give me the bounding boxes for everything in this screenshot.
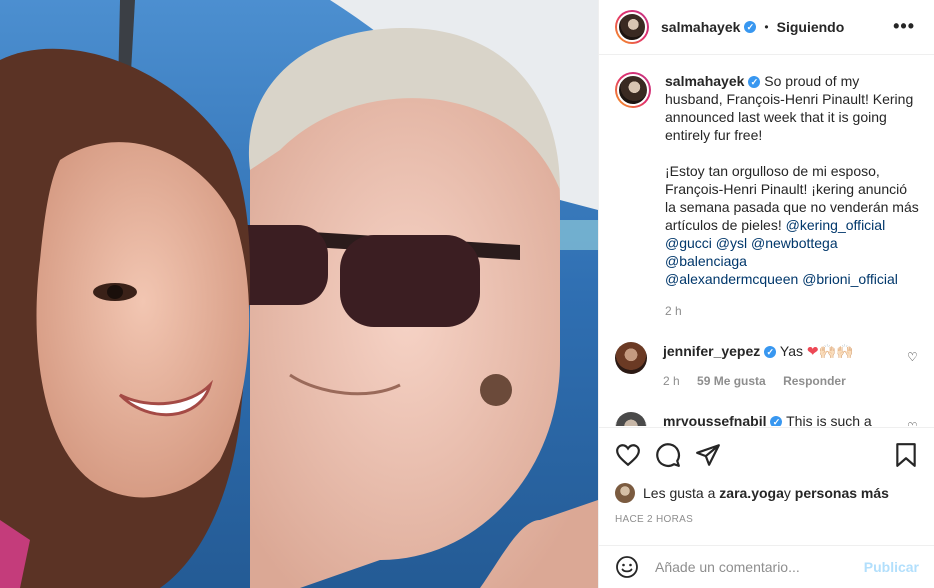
- caption-text: So proud of my husband, François-Henri P…: [665, 73, 919, 233]
- author-username[interactable]: salmahayek: [661, 19, 740, 35]
- comment-item: mryoussefnabil ✓ This is such a ♡: [615, 412, 919, 426]
- mention-link[interactable]: @gucci: [665, 235, 712, 251]
- mention-link[interactable]: @alexandermcqueen: [665, 271, 798, 287]
- mention-link[interactable]: @brioni_official: [802, 271, 898, 287]
- caption-avatar[interactable]: [615, 72, 651, 108]
- header-separator: •: [764, 20, 769, 34]
- action-icons: [615, 440, 919, 470]
- comment-meta: 2 h 59 Me gusta Responder: [663, 372, 893, 390]
- comment-icon[interactable]: [655, 442, 681, 468]
- post-timestamp[interactable]: HACE 2 HORAS: [615, 514, 693, 525]
- caption-body: salmahayek ✓ So proud of my husband, Fran…: [665, 72, 919, 320]
- caption-time[interactable]: 2 h: [665, 302, 919, 320]
- author-avatar-image: [617, 12, 647, 42]
- verified-badge-icon: ✓: [748, 76, 761, 88]
- post-header: salmahayek ✓ • Siguiendo •••: [599, 0, 934, 55]
- publish-button[interactable]: Publicar: [864, 559, 919, 575]
- caption: salmahayek ✓ So proud of my husband, Fran…: [615, 72, 919, 320]
- emoji-icon[interactable]: [615, 555, 639, 579]
- verified-badge-icon: ✓: [764, 346, 777, 358]
- heart-icon[interactable]: [615, 442, 641, 468]
- commenter-username[interactable]: jennifer_yepez: [663, 343, 760, 359]
- following-button[interactable]: Siguiendo: [777, 19, 845, 35]
- liker-username[interactable]: zara.yoga: [719, 485, 784, 501]
- comment-likes[interactable]: 59 Me gusta: [697, 374, 766, 388]
- comment-body: jennifer_yepez ✓ Yas ❤🙌🏻🙌🏻 2 h 59 Me gust…: [663, 342, 893, 390]
- comment-like-heart-icon[interactable]: ♡: [907, 350, 919, 364]
- comment-like-heart-icon[interactable]: ♡: [907, 420, 919, 426]
- action-bar: [599, 427, 934, 470]
- others-likes-link[interactable]: personas más: [795, 485, 889, 501]
- photo-illustration: [0, 0, 598, 588]
- comment-input[interactable]: [655, 559, 864, 575]
- author-avatar[interactable]: [615, 10, 649, 44]
- comment-body: mryoussefnabil ✓ This is such a: [663, 412, 893, 426]
- add-comment-bar: Publicar: [599, 545, 934, 588]
- likes-summary: Les gusta a zara.yoga y personas más: [615, 483, 889, 503]
- commenter-avatar[interactable]: [615, 412, 647, 426]
- mention-link[interactable]: @kering_official: [786, 217, 886, 233]
- comment-text: Yas: [779, 343, 807, 359]
- likes-prefix: Les gusta a: [643, 485, 716, 501]
- mention-link[interactable]: @newbottega: [751, 235, 838, 251]
- commenter-username[interactable]: mryoussefnabil: [663, 413, 766, 426]
- instagram-post-modal: salmahayek ✓ • Siguiendo ••• salmahayek ✓…: [0, 0, 934, 588]
- comment-time[interactable]: 2 h: [663, 374, 680, 388]
- likes-conj: y: [783, 485, 791, 501]
- verified-badge-icon: ✓: [770, 416, 783, 426]
- mention-link[interactable]: @ysl: [716, 235, 747, 251]
- verified-badge-icon: ✓: [744, 21, 757, 33]
- bookmark-icon[interactable]: [893, 442, 919, 468]
- reply-button[interactable]: Responder: [783, 374, 846, 388]
- liker-avatar[interactable]: [615, 483, 635, 503]
- post-side-panel: salmahayek ✓ • Siguiendo ••• salmahayek ✓…: [598, 0, 934, 588]
- commenter-avatar[interactable]: [615, 342, 647, 374]
- comment-emoji: ❤🙌🏻🙌🏻: [806, 343, 854, 359]
- share-icon[interactable]: [695, 442, 721, 468]
- caption-avatar-image: [617, 74, 649, 106]
- comment-text: This is such a: [786, 413, 872, 426]
- comment-item: jennifer_yepez ✓ Yas ❤🙌🏻🙌🏻 2 h 59 Me gust…: [615, 342, 919, 390]
- caption-username[interactable]: salmahayek: [665, 73, 744, 89]
- mention-link[interactable]: @balenciaga: [665, 253, 747, 269]
- more-options-icon[interactable]: •••: [893, 16, 915, 37]
- comments-list[interactable]: salmahayek ✓ So proud of my husband, Fran…: [599, 56, 934, 426]
- post-photo[interactable]: [0, 0, 598, 588]
